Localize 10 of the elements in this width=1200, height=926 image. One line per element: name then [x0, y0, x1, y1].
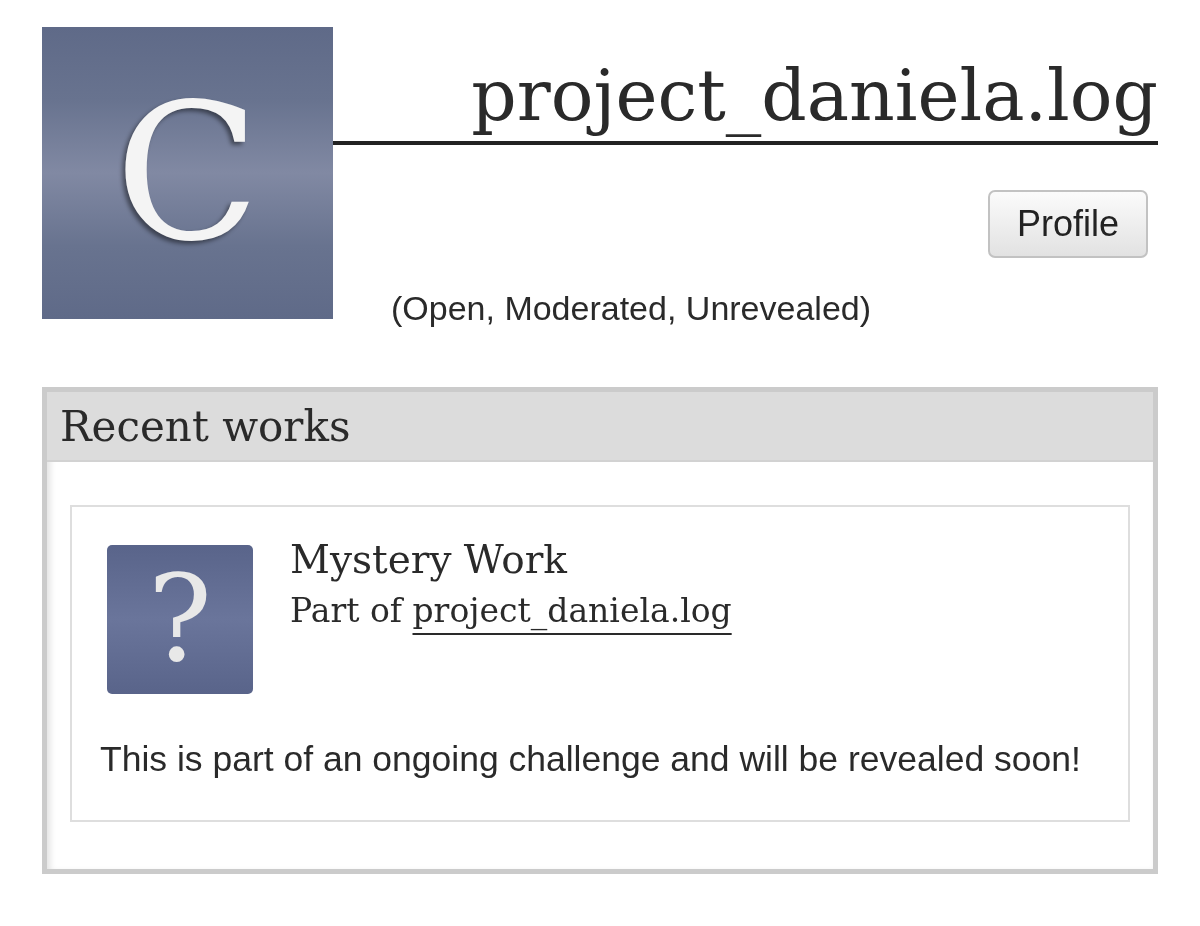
recent-works-heading: Recent works [47, 391, 1153, 462]
work-title: Mystery Work [290, 536, 569, 584]
part-of-text: Part of project_daniela.log [290, 589, 732, 633]
collection-link[interactable]: project_daniela.log [412, 590, 732, 630]
profile-button[interactable]: Profile [987, 190, 1148, 258]
work-summary: This is part of an ongoing challenge and will be revealed soon! [100, 737, 1082, 781]
mystery-work-icon: ? [107, 544, 253, 694]
collection-title: project_daniela.log [333, 27, 1158, 145]
collection-status: (Open, Moderated, Unrevealed) [391, 288, 873, 329]
collection-icon: C [42, 27, 333, 319]
